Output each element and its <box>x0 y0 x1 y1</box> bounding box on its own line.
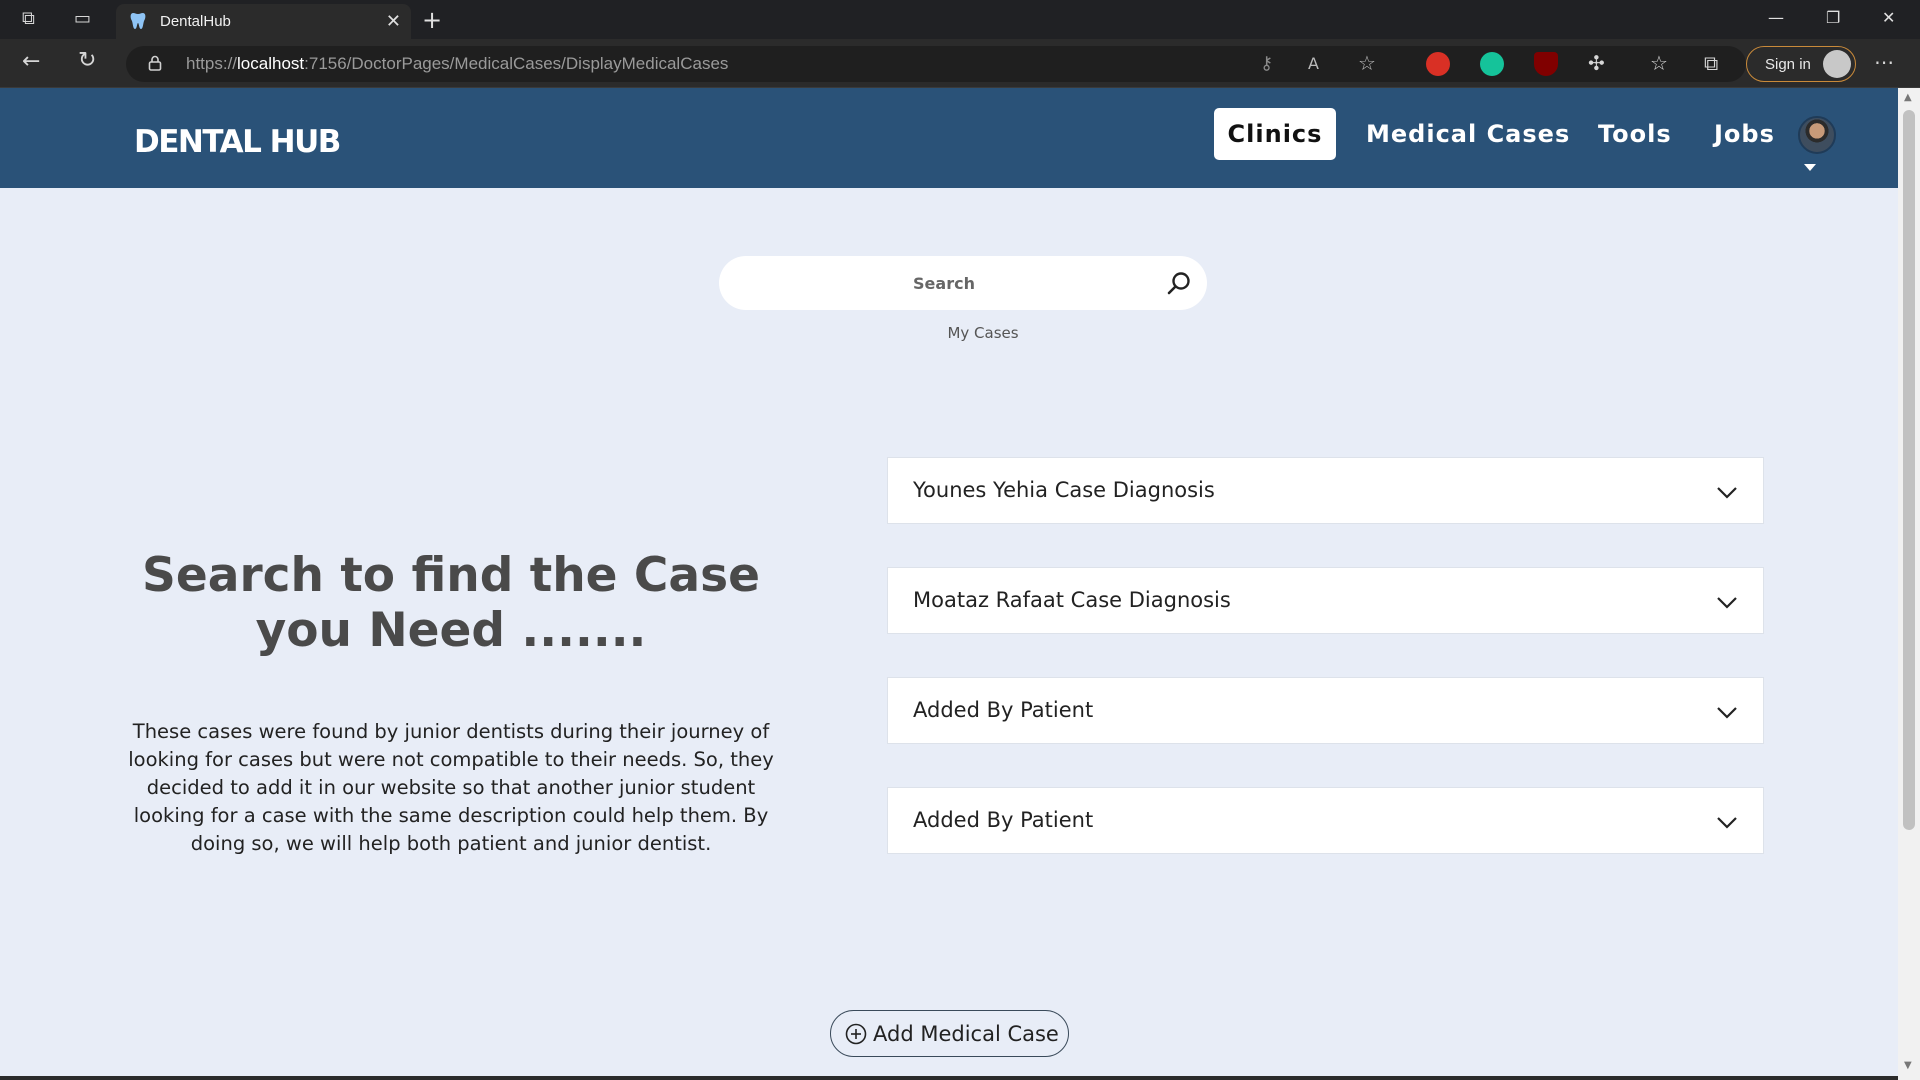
case-item[interactable]: Added By Patient <box>887 677 1764 744</box>
logo[interactable]: DENTAL HUB <box>134 124 341 160</box>
chevron-down-icon[interactable] <box>1715 810 1739 834</box>
profile-icon <box>1823 50 1851 78</box>
case-title: Added By Patient <box>913 698 1094 722</box>
chevron-down-icon[interactable] <box>1715 480 1739 504</box>
extension-red-icon[interactable] <box>1426 52 1450 76</box>
case-item[interactable]: Younes Yehia Case Diagnosis <box>887 457 1764 524</box>
tab-title: DentalHub <box>160 13 231 30</box>
key-icon[interactable]: ⚷ <box>1260 54 1273 74</box>
intro-description: These cases were found by junior dentist… <box>128 720 774 855</box>
url-host: localhost <box>237 54 305 73</box>
user-avatar[interactable] <box>1798 116 1836 154</box>
restore-icon[interactable]: ❐ <box>1826 8 1840 27</box>
plus-circle-icon <box>845 1023 867 1045</box>
sign-in-label: Sign in <box>1765 56 1811 73</box>
refresh-icon[interactable]: ↻ <box>78 50 96 72</box>
extensions-icon[interactable]: ✣ <box>1588 53 1605 73</box>
browser-tab-strip: ⧉ ▭ DentalHub ✕ + — ❐ ✕ <box>0 0 1920 39</box>
caret-down-icon[interactable] <box>1804 164 1816 171</box>
workspaces-icon[interactable]: ⧉ <box>22 9 35 29</box>
url-text: https://localhost:7156/DoctorPages/Medic… <box>186 54 728 74</box>
read-aloud-icon[interactable]: A <box>1308 54 1319 74</box>
ublock-icon[interactable] <box>1534 52 1558 76</box>
my-cases-link[interactable]: My Cases <box>900 324 1066 342</box>
case-item[interactable]: Added By Patient <box>887 787 1764 854</box>
case-item[interactable]: Moataz Rafaat Case Diagnosis <box>887 567 1764 634</box>
sign-in-button[interactable]: Sign in <box>1746 46 1856 82</box>
scroll-up-icon[interactable]: ▲ <box>1904 92 1912 103</box>
case-title: Moataz Rafaat Case Diagnosis <box>913 588 1231 612</box>
search-box <box>719 256 1207 310</box>
case-title: Added By Patient <box>913 808 1094 832</box>
more-menu-icon[interactable]: ⋯ <box>1874 52 1894 72</box>
nav-jobs[interactable]: Jobs <box>1714 120 1775 148</box>
nav-medical-cases[interactable]: Medical Cases <box>1366 120 1570 148</box>
add-medical-case-button[interactable]: Add Medical Case <box>830 1010 1069 1057</box>
close-tab-icon[interactable]: ✕ <box>386 11 401 32</box>
favorites-icon[interactable]: ☆ <box>1650 53 1668 73</box>
search-icon[interactable] <box>1166 270 1192 296</box>
collections-icon[interactable]: ⧉ <box>1704 53 1718 73</box>
new-tab-icon[interactable]: + <box>422 6 442 34</box>
nav-tools[interactable]: Tools <box>1598 120 1672 148</box>
favorite-star-icon[interactable]: ☆ <box>1358 53 1376 73</box>
window-close-icon[interactable]: ✕ <box>1882 8 1895 27</box>
window-bottom-edge <box>0 1076 1898 1080</box>
nav-clinics[interactable]: Clinics <box>1214 108 1336 160</box>
site-header: DENTAL HUB Clinics Medical Cases Tools J… <box>0 88 1898 188</box>
chevron-down-icon[interactable] <box>1715 590 1739 614</box>
chevron-down-icon[interactable] <box>1715 700 1739 724</box>
case-title: Younes Yehia Case Diagnosis <box>913 478 1215 502</box>
page-scrollbar[interactable]: ▲ ▼ <box>1898 88 1920 1080</box>
grammarly-icon[interactable] <box>1480 52 1504 76</box>
add-medical-case-label: Add Medical Case <box>873 1022 1059 1046</box>
url-prefix: https:// <box>186 54 238 73</box>
scroll-thumb[interactable] <box>1903 110 1915 830</box>
tooth-icon <box>130 13 146 29</box>
lock-icon <box>148 55 162 71</box>
back-icon[interactable]: ← <box>22 51 40 73</box>
browser-tab[interactable]: DentalHub ✕ <box>116 4 411 39</box>
tab-actions-icon[interactable]: ▭ <box>74 9 91 29</box>
page-heading: Search to find the Case you Need ....... <box>142 548 760 658</box>
url-path: :7156/DoctorPages/MedicalCases/DisplayMe… <box>304 54 729 73</box>
scroll-down-icon[interactable]: ▼ <box>1904 1060 1912 1071</box>
minimize-icon[interactable]: — <box>1768 8 1784 27</box>
search-input[interactable] <box>739 266 1149 300</box>
